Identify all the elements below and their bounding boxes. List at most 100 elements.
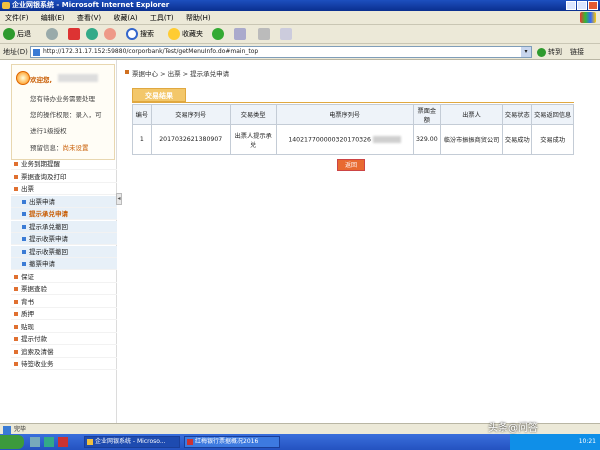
bullet-icon — [14, 337, 18, 341]
sidebar-item[interactable]: 出票申请 — [11, 195, 117, 208]
search-label: 搜索 — [140, 30, 154, 38]
sidebar-item[interactable]: 提示收票撤回 — [11, 245, 117, 258]
auth-level-line: 进行1级授权 — [30, 127, 67, 135]
window-title-bar: 企业网银系统 - Microsoft Internet Explorer — [0, 0, 600, 11]
table-row: 1 2017032621380907 出票人提示承兑 1402177000003… — [132, 124, 574, 155]
col-header-bill-serial: 电票序列号 — [275, 104, 414, 125]
sidebar-item-label: 票据查询及打印 — [21, 172, 67, 181]
bullet-icon — [14, 174, 18, 179]
col-header-txn-serial: 交易序列号 — [150, 104, 231, 125]
user-info-box: 欢迎您, 您有待办业务需要处理 您的操作权限：录入，可 进行1级授权 预留信息：… — [11, 64, 115, 160]
sidebar-item-label: 撤票申请 — [29, 260, 55, 268]
go-button[interactable]: 转到 — [537, 46, 567, 58]
window-title: 企业网银系统 - Microsoft Internet Explorer — [12, 1, 170, 9]
col-header-txn-status: 交易状态 — [502, 104, 533, 125]
col-header-drawer: 出票人 — [439, 104, 504, 125]
favorites-button[interactable]: 收藏夹 — [168, 27, 203, 42]
quicklaunch-app-icon[interactable] — [58, 437, 68, 447]
menu-favorites[interactable]: 收藏(A) — [108, 11, 142, 25]
bullet-icon — [14, 324, 18, 329]
sidebar-item-label: 出票申请 — [29, 197, 55, 206]
cell-bill-serial: 140217700000320170326 — [275, 124, 414, 155]
sidebar-collapse-handle[interactable]: ◂ — [116, 193, 122, 205]
reserved-info-label: 预留信息：尚未设置 — [30, 142, 89, 152]
mail-button[interactable] — [234, 27, 248, 42]
bullet-icon — [22, 262, 26, 266]
sidebar-item[interactable]: 提示付款 — [11, 333, 117, 345]
cell-txn-serial: 2017032621380907 — [150, 124, 231, 155]
sidebar-item[interactable]: 票据查验 — [11, 283, 117, 295]
quicklaunch-ie-icon[interactable] — [44, 437, 54, 447]
back-button[interactable]: 后退 — [3, 27, 31, 42]
sidebar-item[interactable]: 出票 — [11, 183, 117, 195]
result-table: 编号 交易序列号 交易类型 电票序列号 票面金额 出票人 交易状态 交易返回信息… — [132, 104, 574, 155]
sidebar: 欢迎您, 您有待办业务需要处理 您的操作权限：录入，可 进行1级授权 预留信息：… — [11, 60, 117, 423]
return-button[interactable]: 返回 — [337, 159, 365, 171]
bullet-icon — [14, 362, 18, 366]
search-button[interactable]: 搜索 — [126, 27, 154, 42]
edit-button[interactable] — [280, 27, 294, 42]
task-ie-window[interactable]: 企业网银系统 - Microso... — [84, 436, 180, 448]
quicklaunch-desktop-icon[interactable] — [30, 437, 40, 447]
bullet-icon — [14, 287, 18, 291]
links-label[interactable]: 链接 — [570, 47, 584, 57]
sidebar-item[interactable]: 业务到期提醒 — [11, 158, 117, 170]
go-label: 转到 — [548, 48, 562, 56]
refresh-button[interactable] — [86, 27, 100, 42]
bullet-icon — [22, 199, 26, 204]
cell-return-info: 交易成功 — [531, 124, 574, 155]
media-button[interactable] — [212, 27, 226, 42]
sidebar-item[interactable]: 提示承兑撤回 — [11, 220, 117, 233]
sidebar-item[interactable]: 提示收票申请 — [11, 233, 117, 245]
stop-button[interactable] — [68, 27, 82, 42]
sidebar-item-label: 提示付款 — [21, 335, 47, 343]
section-divider — [132, 102, 574, 103]
bullet-icon — [22, 249, 26, 254]
menu-help[interactable]: 帮助(H) — [181, 11, 216, 25]
sidebar-item[interactable]: 票据查询及打印 — [11, 171, 117, 183]
dropdown-arrow-icon[interactable]: ▾ — [521, 47, 531, 57]
clock[interactable]: 10:21 — [579, 438, 596, 445]
close-button[interactable] — [588, 1, 598, 10]
sidebar-item[interactable]: 质押 — [11, 308, 117, 320]
address-url: http://172.31.17.152:59880/corporbank/Te… — [43, 48, 259, 55]
sidebar-item[interactable]: 追索及清偿 — [11, 346, 117, 358]
menu-edit[interactable]: 编辑(E) — [36, 11, 70, 25]
menu-view[interactable]: 查看(V) — [72, 11, 106, 25]
maximize-button[interactable] — [577, 1, 587, 10]
bullet-icon — [14, 162, 18, 166]
username-redacted — [58, 74, 98, 82]
forward-button[interactable] — [46, 27, 60, 42]
breadcrumb-icon — [125, 70, 129, 74]
address-input[interactable]: http://172.31.17.152:59880/corporbank/Te… — [30, 46, 532, 58]
favorites-label: 收藏夹 — [182, 30, 203, 38]
menu-bar: 文件(F) 编辑(E) 查看(V) 收藏(A) 工具(T) 帮助(H) — [0, 11, 600, 25]
home-button[interactable] — [104, 27, 118, 42]
bullet-icon — [22, 237, 26, 241]
sidebar-item[interactable]: 待签收业务 — [11, 358, 117, 370]
watermark: 头条@问答 — [488, 423, 538, 434]
minimize-button[interactable] — [566, 1, 576, 10]
cell-drawer: 临汾市振振商贸公司 — [439, 124, 504, 155]
sidebar-item[interactable]: 提示承兑申请 — [11, 208, 117, 220]
task-document-window[interactable]: 红梅银行票据概况2016 — [184, 436, 280, 448]
sidebar-item-label: 质押 — [21, 310, 34, 318]
table-header-row: 编号 交易序列号 交易类型 电票序列号 票面金额 出票人 交易状态 交易返回信息 — [132, 104, 574, 125]
reserved-info-value: 尚未设置 — [62, 144, 89, 152]
menu-file[interactable]: 文件(F) — [0, 11, 34, 25]
bill-serial-text: 140217700000320170326 — [288, 136, 371, 144]
status-text: 完毕 — [14, 426, 27, 433]
bill-serial-redacted — [372, 135, 401, 143]
address-label: 地址(D) — [3, 48, 28, 56]
menu-tools[interactable]: 工具(T) — [145, 11, 179, 25]
sidebar-item[interactable]: 撤票申请 — [11, 258, 117, 270]
breadcrumb: 票据中心 > 出票 > 提示承兑申请 — [132, 70, 230, 78]
print-button[interactable] — [258, 27, 272, 42]
start-button[interactable] — [0, 435, 24, 449]
toolbar: 后退 搜索 收藏夹 — [0, 25, 600, 44]
sidebar-item[interactable]: 保证 — [11, 271, 117, 283]
sidebar-item[interactable]: 贴现 — [11, 321, 117, 333]
sidebar-item[interactable]: 背书 — [11, 296, 117, 308]
pending-business-line[interactable]: 您有待办业务需要处理 — [30, 93, 95, 103]
star-icon — [168, 28, 180, 40]
